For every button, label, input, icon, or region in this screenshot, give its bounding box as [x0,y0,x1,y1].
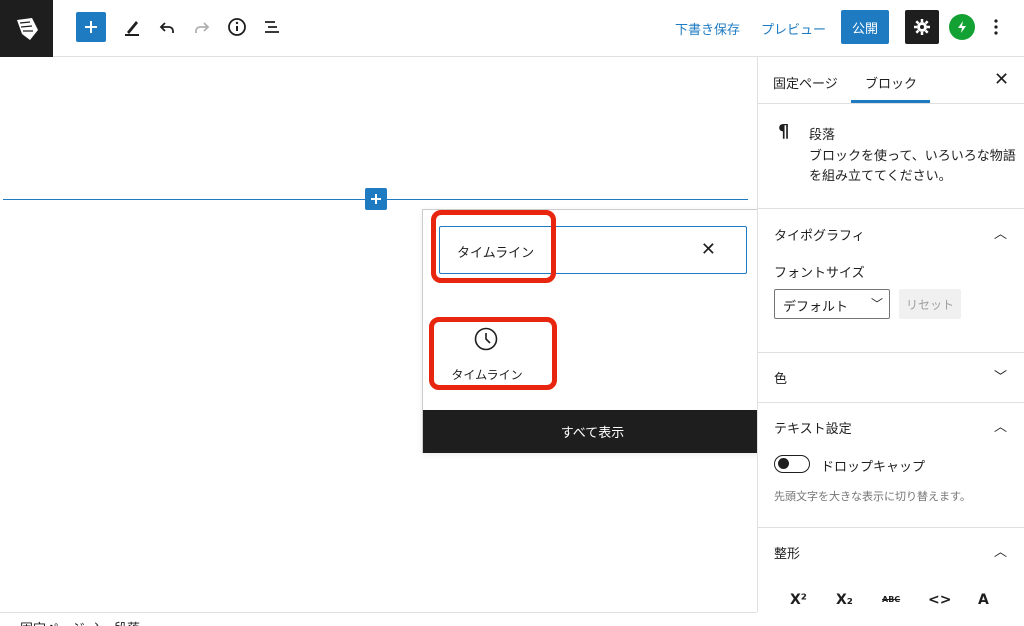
panel-text-settings: テキスト設定 ︿ ドロップキャップ 先頭文字を大きな表示に切り替えます。 [758,403,1024,528]
add-block-button[interactable] [76,12,106,42]
gear-icon [914,19,930,35]
chevron-down-icon[interactable]: ﹀ [994,366,1007,385]
save-draft-button[interactable]: 下書き保存 [675,19,740,38]
jetpack-icon [958,21,966,33]
block-description: ブロックを使って、いろいろな物語 を組み立ててください。 [809,149,1016,184]
plus-icon [371,194,381,204]
font-size-select[interactable]: デフォルト ﹀ [774,289,890,319]
redo-icon [195,22,210,33]
undo-icon [159,22,174,33]
show-all-button[interactable]: すべて表示 [423,410,762,453]
chevron-up-icon[interactable]: ︿ [994,223,1007,242]
highlight-annotation [429,317,557,390]
more-options-button[interactable] [986,14,1006,40]
text-color-button[interactable]: A [978,592,989,608]
list-view-icon [265,21,279,33]
tab-block[interactable]: ブロック [865,73,917,92]
plus-icon [85,21,97,33]
close-sidebar-icon[interactable]: ✕ [994,69,1009,90]
preview-button[interactable]: プレビュー [761,19,826,38]
chevron-down-icon: ﹀ [870,297,883,311]
block-inserter-popover: タイムライン ✕ タイムライン すべて表示 [422,209,763,453]
subscript-button[interactable]: X₂ [836,592,853,608]
drop-cap-label: ドロップキャップ [821,460,926,475]
paragraph-icon: ¶ [778,121,790,142]
highlight-annotation [431,210,556,283]
breadcrumb-item[interactable]: 固定ページ [20,618,85,626]
panel-title[interactable]: タイポグラフィ [774,225,865,244]
pencil-icon [125,21,139,36]
settings-button[interactable] [905,10,939,44]
panel-color: 色 ﹀ [758,353,1024,403]
panel-title[interactable]: 整形 [774,543,800,562]
panel-title[interactable]: 色 [774,368,787,387]
panel-typography: タイポグラフィ ︿ フォントサイズ デフォルト ﹀ リセット [758,209,1024,353]
chevron-up-icon[interactable]: ︿ [994,416,1007,435]
inline-code-button[interactable]: <> [928,592,951,608]
chevron-up-icon[interactable]: ︿ [994,541,1007,560]
reset-button[interactable]: リセット [899,289,961,319]
sidebar-tabs: 固定ページ ブロック ✕ [758,57,1024,104]
panel-formatting: 整形 ︿ X² X₂ ABC <> A [758,528,1024,612]
publish-button[interactable]: 公開 [841,10,889,44]
drop-cap-help: 先頭文字を大きな表示に切り替えます。 [774,490,971,503]
font-size-label: フォントサイズ [774,266,865,281]
redo-button[interactable] [187,12,217,42]
tab-page[interactable]: 固定ページ [773,73,838,92]
details-button[interactable] [222,12,252,42]
list-view-button[interactable] [257,12,287,42]
toggle-knob [778,458,789,469]
strikethrough-button[interactable]: ABC [882,595,900,604]
undo-button[interactable] [152,12,182,42]
site-logo[interactable] [0,0,53,57]
block-card: ¶ 段落 ブロックを使って、いろいろな物語 を組み立ててください。 [758,104,1024,209]
settings-sidebar: 固定ページ ブロック ✕ ¶ 段落 ブロックを使って、いろいろな物語 を組み立て… [757,57,1024,612]
panel-title[interactable]: テキスト設定 [774,418,852,437]
clear-search-icon[interactable]: ✕ [701,241,716,259]
more-vertical-icon [994,19,998,35]
top-toolbar: 下書き保存 プレビュー 公開 [0,0,1024,57]
superscript-button[interactable]: X² [790,592,807,608]
breadcrumb: 固定ページ › 段落 [0,612,757,626]
drop-cap-toggle[interactable] [774,455,810,473]
jetpack-button[interactable] [949,14,975,40]
block-title: 段落 [809,128,836,143]
info-icon [228,18,246,36]
chevron-right-icon: › [94,618,100,626]
breadcrumb-item[interactable]: 段落 [114,618,140,626]
edit-tool-button[interactable] [117,12,147,42]
active-tab-indicator [851,100,930,103]
insertion-point-button[interactable] [365,188,387,210]
